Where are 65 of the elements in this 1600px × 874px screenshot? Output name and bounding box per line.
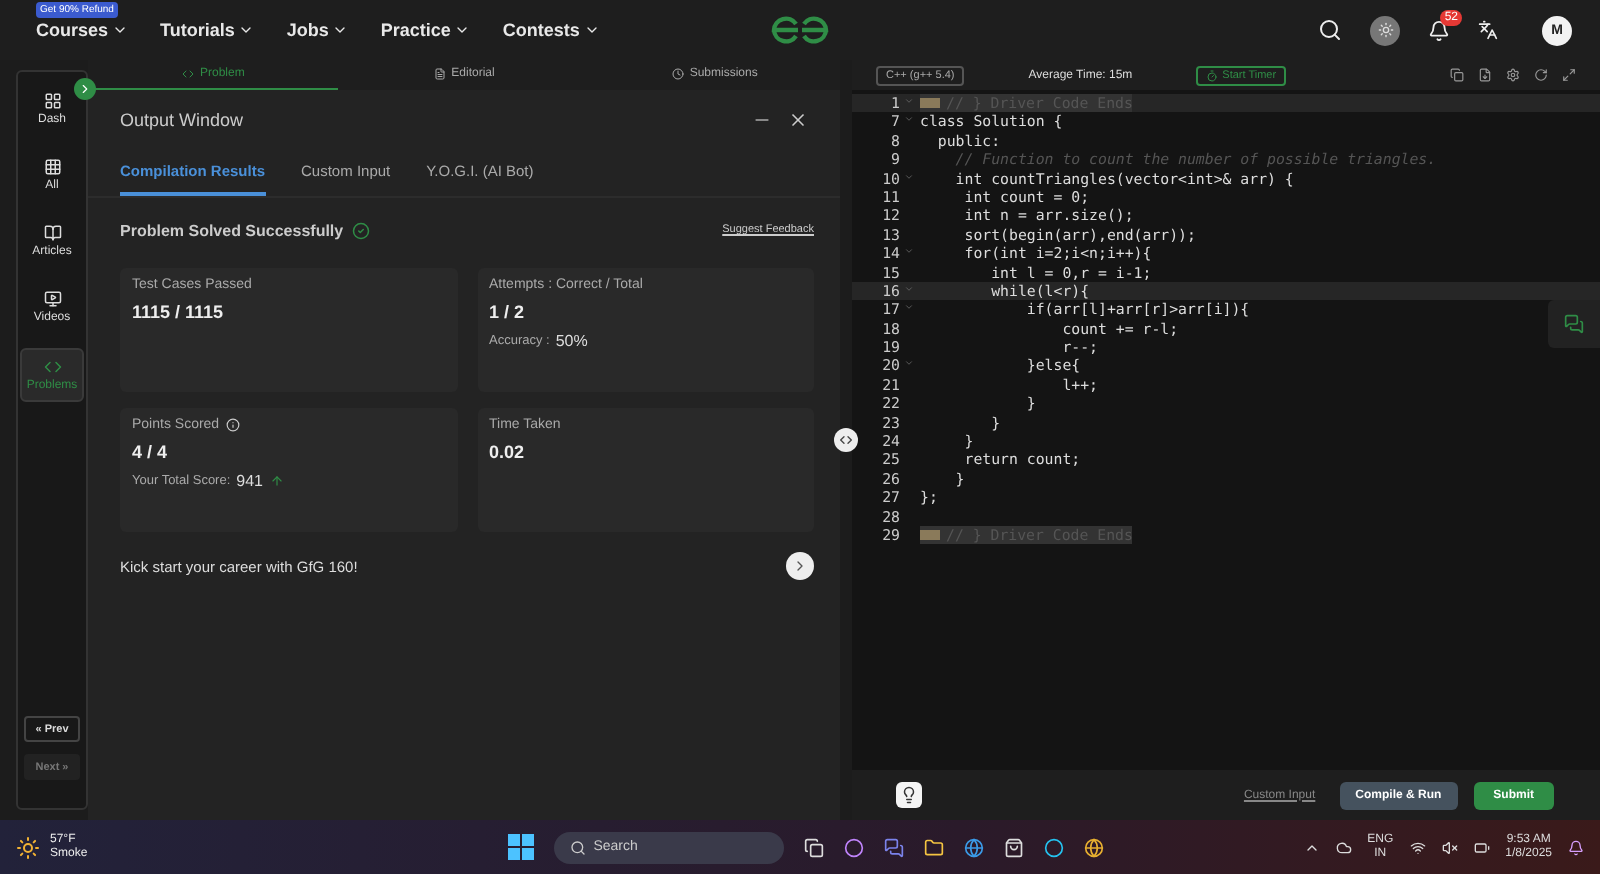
hint-button[interactable] <box>896 782 922 808</box>
sun-icon <box>1377 22 1393 38</box>
fold-icon[interactable] <box>904 171 914 182</box>
start-icon[interactable] <box>507 834 534 860</box>
timer-icon <box>1206 69 1219 81</box>
lightbulb-icon <box>900 786 918 804</box>
stat-value: 4 / 4 <box>132 442 170 462</box>
notification-icon <box>1568 839 1584 855</box>
weather-icon <box>16 835 40 859</box>
window-title: Output Window <box>120 110 244 130</box>
browser-icon <box>963 837 984 857</box>
nav-menu[interactable]: Courses <box>36 20 129 40</box>
fullscreen-icon <box>1562 68 1576 82</box>
stat-sub-value: 941 <box>236 472 264 490</box>
mute-icon <box>1441 839 1458 855</box>
reset-icon <box>1534 68 1548 82</box>
dash-icon <box>43 92 61 110</box>
chat-icon <box>883 837 904 857</box>
problems-icon <box>43 358 61 376</box>
next-arrow-button[interactable] <box>786 552 814 580</box>
caret-icon <box>238 22 255 38</box>
check-icon <box>351 221 370 239</box>
stat-sub-value: 50% <box>555 332 588 350</box>
battery-icon <box>1473 839 1490 855</box>
file-icon <box>1478 68 1492 82</box>
chevron-right-icon <box>792 558 808 574</box>
stat-value: 0.02 <box>489 442 527 462</box>
circle-icon <box>1043 837 1064 857</box>
wifi-icon <box>1409 839 1426 855</box>
cloud-icon <box>1335 839 1352 855</box>
nav-menu[interactable]: Contests <box>502 20 600 40</box>
folder-icon <box>923 837 944 857</box>
chevron-right-icon <box>78 82 92 96</box>
theme-toggle[interactable] <box>1370 15 1400 45</box>
problem-icon <box>181 68 194 80</box>
all-icon <box>43 158 61 176</box>
videos-icon <box>43 290 61 308</box>
logo-icon <box>768 16 832 44</box>
stat-value: 1 / 2 <box>489 302 527 322</box>
store-icon <box>1003 837 1024 857</box>
settings-icon <box>1506 68 1520 82</box>
submissions-icon <box>671 68 684 80</box>
chat-icon <box>1564 314 1584 334</box>
bell-icon <box>1428 19 1450 41</box>
caret-icon <box>332 22 349 38</box>
caret-icon <box>112 22 129 38</box>
copy-icon <box>1450 68 1464 82</box>
translate-icon <box>1478 20 1498 40</box>
fold-icon[interactable] <box>904 246 914 257</box>
drag-arrows-icon <box>838 432 854 448</box>
fold-icon[interactable] <box>904 358 914 369</box>
stat-value: 1115 / 1115 <box>132 302 226 322</box>
nav-menu[interactable]: Tutorials <box>160 20 255 40</box>
task-view-icon <box>803 837 824 857</box>
nav-menu[interactable]: Jobs <box>286 20 349 40</box>
nav-menu[interactable]: Practice <box>380 20 471 40</box>
close-icon <box>788 110 808 130</box>
editorial-icon <box>433 68 446 80</box>
caret-icon <box>583 22 600 38</box>
status-text: Problem Solved Successfully <box>120 221 344 239</box>
search-icon <box>569 839 586 855</box>
chat-button[interactable] <box>1548 300 1600 348</box>
search-icon <box>1318 18 1342 42</box>
articles-icon <box>43 224 61 242</box>
caret-icon <box>454 22 471 38</box>
